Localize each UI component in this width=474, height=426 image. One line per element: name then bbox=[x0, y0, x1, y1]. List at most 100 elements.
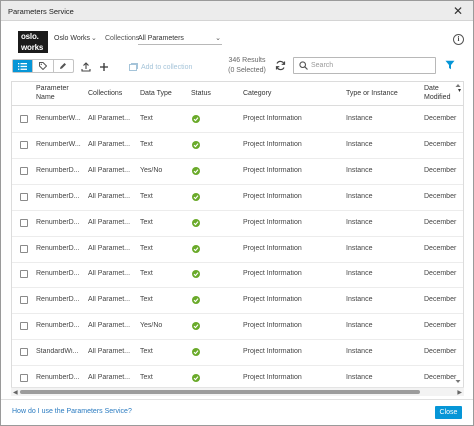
help-link[interactable]: How do I use the Parameters Service? bbox=[12, 408, 132, 415]
cell-parameter-name: RenumberD... bbox=[36, 218, 80, 226]
cell-type-or-instance: Instance bbox=[346, 270, 373, 278]
refresh-button[interactable] bbox=[275, 60, 286, 73]
vertical-scrollbar[interactable] bbox=[453, 81, 463, 388]
cell-category: Project Information bbox=[243, 140, 302, 148]
table-row[interactable]: RenumberD... All Paramet... Yes/No Project … bbox=[12, 314, 463, 341]
workspace-selector[interactable]: Oslo Works bbox=[54, 35, 90, 42]
add-button[interactable] bbox=[98, 61, 110, 73]
row-checkbox[interactable] bbox=[20, 270, 28, 279]
cell-data-type: Text bbox=[140, 218, 153, 226]
cell-data-type: Text bbox=[140, 192, 153, 200]
add-to-collection-button[interactable]: Add to collection bbox=[129, 61, 192, 73]
table-row[interactable]: RenumberD... All Paramet... Text Project In… bbox=[12, 237, 463, 263]
collections-selected-value: All Parameters bbox=[138, 35, 184, 42]
status-ok-icon bbox=[192, 218, 200, 227]
table-row[interactable]: RenumberD... All Paramet... Text Project In… bbox=[12, 288, 463, 315]
cell-parameter-name: RenumberD... bbox=[36, 166, 80, 174]
cell-data-type: Text bbox=[140, 140, 153, 148]
column-header-data-type[interactable]: Data Type bbox=[140, 89, 172, 98]
collections-dropdown[interactable]: All Parameters ⌄ bbox=[138, 33, 222, 45]
table-row[interactable]: RenumberD... All Paramet... Text Project In… bbox=[12, 366, 463, 387]
cell-type-or-instance: Instance bbox=[346, 296, 373, 304]
horizontal-scrollbar[interactable]: ◀ ▶ bbox=[11, 387, 464, 396]
scrollbar-thumb[interactable] bbox=[20, 390, 420, 394]
row-checkbox[interactable] bbox=[20, 166, 28, 175]
cell-data-type: Text bbox=[140, 115, 153, 122]
status-ok-icon bbox=[192, 270, 200, 279]
cell-collections: All Paramet... bbox=[88, 115, 131, 122]
close-button[interactable]: Close bbox=[435, 406, 462, 419]
oslo-works-logo: oslo. works bbox=[18, 31, 48, 53]
cell-data-type: Text bbox=[140, 348, 153, 356]
window-close-icon[interactable]: ✕ bbox=[451, 4, 465, 18]
cell-category: Project Information bbox=[243, 296, 302, 304]
cell-category: Project Information bbox=[243, 348, 302, 356]
row-checkbox[interactable] bbox=[20, 374, 28, 382]
cell-type-or-instance: Instance bbox=[346, 115, 373, 122]
search-input[interactable]: Search bbox=[311, 62, 333, 69]
refresh-icon bbox=[275, 60, 286, 71]
filter-button[interactable] bbox=[445, 60, 455, 72]
row-checkbox[interactable] bbox=[20, 244, 28, 253]
table-row[interactable]: RenumberD... All Paramet... Text Project In… bbox=[12, 262, 463, 289]
table-row[interactable]: StandardWi... All Paramet... Text Project I… bbox=[12, 340, 463, 367]
cell-collections: All Paramet... bbox=[88, 244, 131, 252]
status-ok-icon bbox=[192, 140, 200, 149]
cell-collections: All Paramet... bbox=[88, 322, 131, 330]
cell-category: Project Information bbox=[243, 218, 302, 226]
row-checkbox[interactable] bbox=[20, 348, 28, 357]
row-checkbox[interactable] bbox=[20, 322, 28, 331]
parameters-service-window: Parameters Service ✕ oslo. works Oslo Wo… bbox=[0, 0, 474, 426]
cell-data-type: Text bbox=[140, 296, 153, 304]
edit-button[interactable] bbox=[54, 60, 73, 72]
list-view-button[interactable] bbox=[13, 60, 34, 72]
status-ok-icon bbox=[192, 115, 200, 123]
cell-category: Project Information bbox=[243, 244, 302, 252]
cell-data-type: Text bbox=[140, 270, 153, 278]
scroll-left-arrow-icon[interactable]: ◀ bbox=[13, 389, 18, 396]
filter-icon bbox=[445, 60, 455, 70]
upload-button[interactable] bbox=[80, 61, 92, 73]
cell-type-or-instance: Instance bbox=[346, 218, 373, 226]
row-checkbox[interactable] bbox=[20, 218, 28, 227]
add-to-collection-label: Add to collection bbox=[141, 63, 193, 71]
row-checkbox[interactable] bbox=[20, 296, 28, 305]
results-selected: (0 Selected) bbox=[228, 67, 266, 74]
cell-collections: All Paramet... bbox=[88, 374, 131, 381]
results-total: 346 Results bbox=[228, 57, 266, 64]
cell-parameter-name: RenumberD... bbox=[36, 296, 80, 304]
footer: How do I use the Parameters Service? Clo… bbox=[1, 399, 473, 425]
column-header-status[interactable]: Status bbox=[191, 89, 211, 98]
cell-category: Project Information bbox=[243, 322, 302, 330]
cell-parameter-name: RenumberD... bbox=[36, 244, 80, 252]
row-checkbox[interactable] bbox=[20, 140, 28, 149]
cell-category: Project Information bbox=[243, 374, 302, 381]
column-header-category[interactable]: Category bbox=[243, 89, 271, 98]
table-row[interactable]: RenumberD... All Paramet... Text Project In… bbox=[12, 185, 463, 211]
tag-button[interactable] bbox=[33, 60, 54, 72]
cell-parameter-name: RenumberD... bbox=[36, 374, 80, 381]
column-header-parameter-name[interactable]: Parameter Name bbox=[36, 84, 76, 102]
scroll-right-arrow-icon[interactable]: ▶ bbox=[457, 389, 462, 396]
cell-type-or-instance: Instance bbox=[346, 192, 373, 200]
table-row[interactable]: RenumberD... All Paramet... Text Project In… bbox=[12, 211, 463, 237]
info-icon[interactable]: i bbox=[453, 34, 464, 45]
column-header-collections[interactable]: Collections bbox=[88, 89, 122, 98]
table-row[interactable]: RenumberW... All Paramet... Text Project In… bbox=[12, 133, 463, 159]
status-ok-icon bbox=[192, 374, 200, 382]
table-row[interactable]: RenumberW... All Paramet... Text Project In… bbox=[12, 107, 463, 133]
status-ok-icon bbox=[192, 166, 200, 175]
cell-data-type: Yes/No bbox=[140, 166, 163, 174]
window-title: Parameters Service bbox=[8, 7, 74, 16]
search-box[interactable]: Search bbox=[293, 57, 436, 74]
row-checkbox[interactable] bbox=[20, 115, 28, 123]
collection-icon bbox=[129, 63, 138, 71]
chevron-down-icon[interactable]: ⌄ bbox=[91, 34, 97, 42]
table-row[interactable]: RenumberD... All Paramet... Yes/No Project … bbox=[12, 159, 463, 185]
cell-category: Project Information bbox=[243, 166, 302, 174]
column-header-type-or-instance[interactable]: Type or Instance bbox=[346, 89, 398, 98]
row-checkbox[interactable] bbox=[20, 192, 28, 201]
status-ok-icon bbox=[192, 192, 200, 201]
toolbar: Add to collection 346 Results (0 Selecte… bbox=[1, 56, 473, 78]
upload-icon bbox=[81, 62, 91, 72]
